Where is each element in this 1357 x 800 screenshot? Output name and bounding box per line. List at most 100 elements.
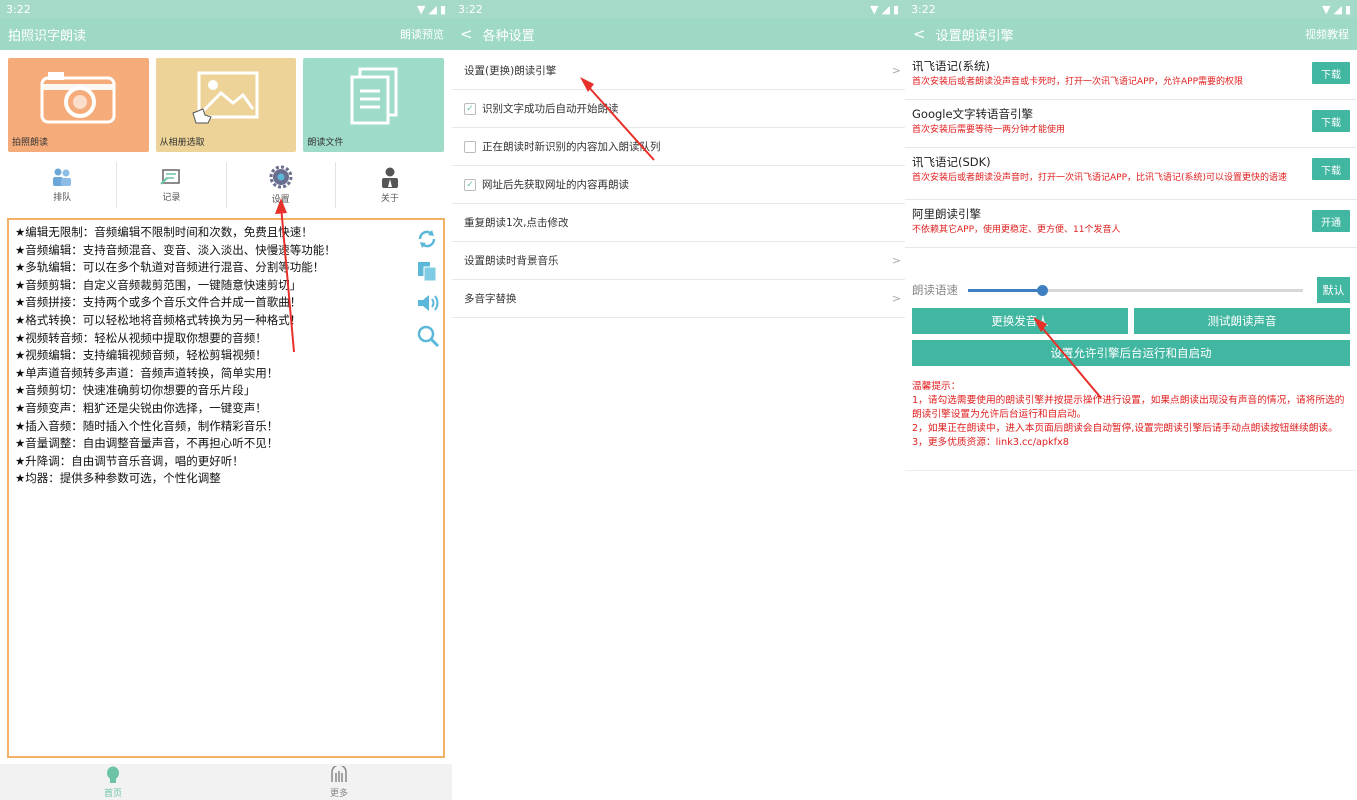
tile-label: 从相册选取 [159, 138, 205, 148]
setting-label: 正在朗读时新识别的内容加入朗读队列 [482, 141, 661, 153]
tool-label: 排队 [53, 193, 72, 203]
tool-about[interactable]: 关于 [336, 162, 444, 208]
tile-label: 拍照朗读 [12, 138, 49, 148]
back-arrow-icon[interactable]: < [913, 25, 926, 43]
camera-icon [40, 72, 116, 124]
tips-text: 温馨提示： 1，请勾选需要使用的朗读引擎并按提示操作进行设置，如果点朗读出现没有… [912, 380, 1350, 450]
settings-list: 设置(更换)朗读引擎 > ✓ 识别文字成功后自动开始朗读 正在朗读时新识别的内容… [452, 52, 905, 318]
tool-label: 设置 [271, 195, 290, 205]
main-screen: 3:22 ▼ ◢ ▮ 拍照识字朗读 朗读预览 拍照朗读 从相册选取 朗读文件 排… [0, 0, 452, 800]
tile-label: 朗读文件 [307, 138, 344, 148]
back-arrow-icon[interactable]: < [460, 25, 473, 43]
tip-line: 温馨提示： [912, 381, 961, 392]
change-voice-button[interactable]: 更换发音人 [912, 308, 1128, 334]
download-button[interactable]: 下载 [1312, 62, 1350, 84]
speed-row: 朗读语速 默认 [912, 276, 1350, 304]
status-bar: 3:22 ▼ ◢ ▮ [452, 0, 905, 18]
page-title: 设置朗读引擎 [935, 28, 1014, 44]
setting-polyphone[interactable]: 多音字替换 > [452, 280, 905, 318]
setting-bgm[interactable]: 设置朗读时背景音乐 > [452, 242, 905, 280]
search-icon[interactable] [416, 324, 440, 348]
status-bar: 3:22 ▼ ◢ ▮ [905, 0, 1357, 18]
engine-desc: 首次安装后或者朗读没声音时，打开一次讯飞语记APP，比讯飞语记(系统)可以设置更… [912, 173, 1288, 183]
engine-desc: 首次安装后或者朗读没声音或卡死时，打开一次讯飞语记APP，允许APP需要的权限 [912, 77, 1244, 87]
setting-label: 网址后先获取网址的内容再朗读 [482, 179, 629, 191]
allow-background-button[interactable]: 设置允许引擎后台运行和自启动 [912, 340, 1350, 366]
back-nav[interactable]: < 各种设置 [460, 25, 535, 44]
download-button[interactable]: 下载 [1312, 158, 1350, 180]
voice-buttons: 更换发音人 测试朗读声音 [912, 308, 1350, 334]
engine-item: Google文字转语音引擎 首次安装后需要等待一两分钟才能使用 下载 [905, 100, 1357, 148]
home-icon [107, 766, 119, 783]
checkbox-unchecked[interactable] [464, 140, 476, 153]
tool-label: 关于 [380, 194, 399, 204]
tile-photo-read[interactable]: 拍照朗读 [8, 58, 149, 152]
back-nav[interactable]: < 设置朗读引擎 [913, 25, 1014, 44]
engine-screen: 3:22 ▼ ◢ ▮ < 设置朗读引擎 视频教程 讯飞语记(系统) 首次安装后或… [905, 0, 1357, 800]
speed-label: 朗读语速 [912, 283, 958, 297]
download-button[interactable]: 下载 [1312, 110, 1350, 132]
text-line: ★音频剪辑：自定义音频裁剪范围，一键随意快速剪切」 [15, 277, 302, 292]
checkbox-checked[interactable]: ✓ [464, 102, 476, 115]
status-time: 3:22 [911, 2, 936, 16]
default-speed-button[interactable]: 默认 [1317, 277, 1350, 303]
speaker-icon[interactable] [416, 292, 440, 314]
tool-settings[interactable]: 设置 [227, 162, 336, 208]
nav-more[interactable]: 更多 [226, 764, 452, 800]
engine-name: 阿里朗读引擎 [912, 207, 981, 221]
signal-icon: ◢ [428, 2, 437, 16]
wifi-icon: ▼ [1322, 2, 1331, 16]
checkbox-checked[interactable]: ✓ [464, 178, 476, 191]
nav-home[interactable]: 首页 [0, 764, 226, 800]
setting-auto-read[interactable]: ✓ 识别文字成功后自动开始朗读 [452, 90, 905, 128]
slider-fill [968, 288, 1042, 292]
scroll-icon [160, 169, 181, 185]
video-tutorial-button[interactable]: 视频教程 [1305, 26, 1349, 42]
speed-slider[interactable] [968, 284, 1303, 296]
engine-item: 讯飞语记(系统) 首次安装后或者朗读没声音或卡死时，打开一次讯飞语记APP，允许… [905, 52, 1357, 100]
feature-text-area[interactable]: ★编辑无限制：音频编辑不限制时间和次数，免费且快速！ ★音频编辑：支持音频混音、… [7, 218, 445, 758]
nav-label: 首页 [103, 788, 122, 799]
battery-icon: ▮ [1344, 2, 1351, 16]
slider-knob[interactable] [1036, 284, 1048, 296]
setting-engine[interactable]: 设置(更换)朗读引擎 > [452, 52, 905, 90]
wifi-icon: ▼ [417, 2, 426, 16]
status-icons: ▼ ◢ ▮ [870, 3, 899, 16]
tool-row: 排队 记录 设置 关于 [8, 162, 444, 208]
app-bar: < 设置朗读引擎 视频教程 [905, 18, 1357, 50]
app-bar: 拍照识字朗读 朗读预览 [0, 18, 452, 50]
engine-item: 讯飞语记(SDK) 首次安装后或者朗读没声音时，打开一次讯飞语记APP，比讯飞语… [905, 148, 1357, 200]
copy-icon[interactable] [416, 260, 438, 282]
screenshot-composite: 3:22 ▼ ◢ ▮ 拍照识字朗读 朗读预览 拍照朗读 从相册选取 朗读文件 排… [0, 0, 1357, 800]
tip-line: 2，如果正在朗读中，进入本页面后朗读会自动暂停,设置完朗读引擎后请手动点朗读按钮… [912, 423, 1338, 434]
image-icon [192, 71, 259, 124]
tool-history[interactable]: 记录 [117, 162, 227, 208]
setting-label: 多音字替换 [464, 293, 517, 305]
setting-repeat[interactable]: 重复朗读1次,点击修改 [452, 204, 905, 242]
engine-desc: 不依赖其它APP，使用更稳定、更方便、11个发音人 [912, 225, 1121, 235]
engine-list: 讯飞语记(系统) 首次安装后或者朗读没声音或卡死时，打开一次讯飞语记APP，允许… [905, 52, 1357, 248]
tool-queue[interactable]: 排队 [8, 162, 118, 208]
refresh-icon[interactable] [416, 228, 438, 250]
page-title: 各种设置 [482, 28, 535, 44]
text-line: ★视频编辑：支持编辑视频音频，轻松剪辑视频！ [15, 348, 267, 363]
tip-line: 1，请勾选需要使用的朗读引擎并按提示操作进行设置，如果点朗读出现没有声音的情况，… [912, 395, 1345, 420]
setting-fetch-url[interactable]: ✓ 网址后先获取网址的内容再朗读 [452, 166, 905, 204]
app-bar: < 各种设置 [452, 18, 905, 50]
engine-name: Google文字转语音引擎 [912, 107, 1034, 121]
tile-album-select[interactable]: 从相册选取 [155, 58, 297, 152]
action-tiles: 拍照朗读 从相册选取 朗读文件 [8, 58, 445, 152]
document-icon [350, 67, 398, 125]
setting-queue-new[interactable]: 正在朗读时新识别的内容加入朗读队列 [452, 128, 905, 166]
setting-label: 设置朗读时背景音乐 [464, 255, 559, 267]
read-preview-button[interactable]: 朗读预览 [400, 26, 444, 42]
tile-read-file[interactable]: 朗读文件 [303, 58, 445, 152]
test-voice-button[interactable]: 测试朗读声音 [1134, 308, 1350, 334]
settings-screen: 3:22 ▼ ◢ ▮ < 各种设置 设置(更换)朗读引擎 > ✓ 识别文字成功后… [452, 0, 905, 800]
engine-desc: 首次安装后需要等待一两分钟才能使用 [912, 125, 1066, 135]
setting-label: 设置(更换)朗读引擎 [464, 65, 557, 77]
open-button[interactable]: 开通 [1312, 210, 1350, 232]
text-line: ★编辑无限制：音频编辑不限制时间和次数，免费且快速！ [15, 225, 313, 239]
text-line: ★视频转音频：轻松从视频中提取你想要的音频！ [15, 330, 267, 345]
engine-item: 阿里朗读引擎 不依赖其它APP，使用更稳定、更方便、11个发音人 开通 [905, 200, 1357, 248]
